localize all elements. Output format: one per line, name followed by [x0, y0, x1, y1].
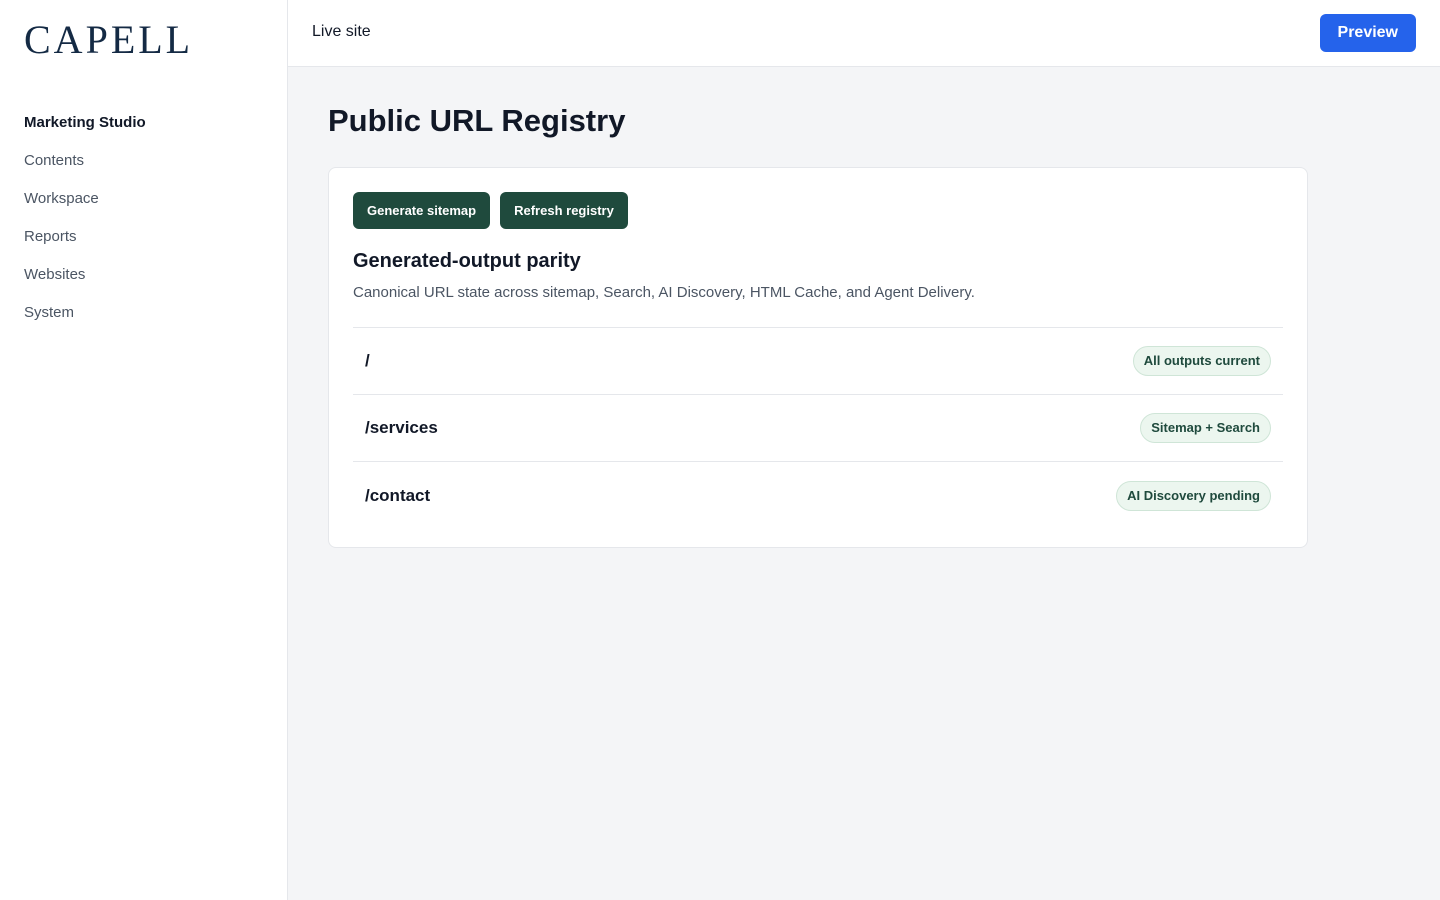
url-row[interactable]: / All outputs current — [353, 328, 1283, 395]
app: CAPELL Marketing Studio Contents Workspa… — [0, 0, 1440, 900]
preview-button[interactable]: Preview — [1319, 14, 1416, 52]
sidebar-item-websites[interactable]: Websites — [24, 265, 146, 303]
sidebar-item-contents[interactable]: Contents — [24, 151, 146, 189]
url-path: /services — [365, 418, 438, 437]
section-title: Generated-output parity — [353, 250, 581, 272]
url-list: / All outputs current /services Sitemap … — [353, 327, 1283, 529]
live-site-link[interactable]: Live site — [312, 23, 371, 41]
sidebar-item-marketing-studio[interactable]: Marketing Studio — [24, 113, 146, 151]
registry-card: Generate sitemap Refresh registry Genera… — [328, 167, 1308, 548]
sidebar-item-workspace[interactable]: Workspace — [24, 189, 146, 227]
content: Public URL Registry Generate sitemap Ref… — [288, 101, 1440, 548]
main-area: Live site Preview Public URL Registry Ge… — [288, 0, 1440, 900]
section-description: Canonical URL state across sitemap, Sear… — [353, 284, 975, 301]
url-row[interactable]: /services Sitemap + Search — [353, 395, 1283, 462]
sidebar-item-system[interactable]: System — [24, 303, 146, 341]
status-badge: Sitemap + Search — [1140, 413, 1271, 443]
url-path: /contact — [365, 485, 431, 505]
sidebar: CAPELL Marketing Studio Contents Workspa… — [0, 0, 288, 900]
sidebar-nav: Marketing Studio Contents Workspace Repo… — [24, 113, 146, 341]
sidebar-item-reports[interactable]: Reports — [24, 227, 146, 265]
generate-sitemap-button[interactable]: Generate sitemap — [353, 192, 491, 229]
topbar: Live site Preview — [288, 0, 1440, 67]
status-badge: AI Discovery pending — [1116, 480, 1271, 511]
card-actions: Generate sitemap Refresh registry — [353, 192, 1283, 229]
url-row[interactable]: /contact AI Discovery pending — [353, 462, 1283, 529]
refresh-registry-button[interactable]: Refresh registry — [500, 192, 628, 229]
status-badge: All outputs current — [1132, 346, 1271, 376]
page-title: Public URL Registry — [328, 103, 626, 138]
logo[interactable]: CAPELL — [24, 18, 193, 62]
url-path: / — [365, 351, 370, 370]
